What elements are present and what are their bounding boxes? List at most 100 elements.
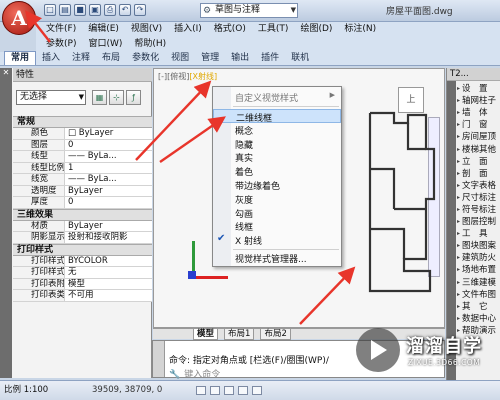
menu-item[interactable]: 格式(O) [208, 22, 252, 37]
property-row[interactable]: 打印表类型不可用 [13, 290, 152, 302]
new-file-icon[interactable]: □ [44, 4, 56, 16]
visual-style-item[interactable]: 勾画 [213, 206, 341, 220]
property-row[interactable]: 打印样式 BYCOLOR [13, 255, 152, 267]
property-section-header[interactable]: 常规 [13, 116, 152, 128]
palette-category[interactable]: ▸ 文字表格 [457, 180, 500, 192]
palette-category[interactable]: ▸ 设 置 [457, 83, 500, 95]
property-value[interactable]: ByLayer [65, 185, 152, 196]
palette-category[interactable]: ▸ 轴网柱子 [457, 95, 500, 107]
visual-style-item[interactable]: 真实 [213, 150, 341, 164]
ribbon-tab[interactable]: 视图 [165, 52, 195, 65]
object-snap-icon[interactable] [252, 386, 262, 395]
palette-category[interactable]: ▸ 图块图案 [457, 240, 500, 252]
ribbon-tab[interactable]: 输出 [225, 52, 255, 65]
visual-style-item[interactable]: 灰度 [213, 192, 341, 206]
undo-icon[interactable]: ↶ [119, 4, 131, 16]
ribbon-tab[interactable]: 布局 [96, 52, 126, 65]
property-value[interactable]: 投射和接收阴影 [65, 232, 152, 243]
palette-category[interactable]: ▸ 房间屋顶 [457, 131, 500, 143]
palette-category[interactable]: ▸ 其 它 [457, 301, 500, 313]
palette-category[interactable]: ▸ 尺寸标注 [457, 192, 500, 204]
property-row[interactable]: 打印表附...模型 [13, 278, 152, 290]
palette-title-strip[interactable]: ✕ [0, 68, 12, 378]
visual-style-manager-item[interactable]: 视觉样式管理器... [213, 251, 341, 265]
command-input[interactable]: 🔧 键入命令 [169, 367, 220, 380]
property-value[interactable]: ByLayer [65, 220, 152, 231]
property-row[interactable]: 透明度 ByLayer [13, 185, 152, 197]
layout-tab[interactable]: 布局2 [260, 328, 291, 340]
menu-item[interactable]: 窗口(W) [82, 37, 128, 52]
property-value[interactable]: —— ByLa... [65, 174, 152, 185]
menu-item[interactable]: 标注(N) [338, 22, 382, 37]
visual-style-item[interactable]: 隐藏 [213, 137, 341, 151]
polar-tracking-icon[interactable] [238, 386, 248, 395]
select-objects-icon[interactable]: ⊹ [109, 90, 124, 105]
property-value[interactable]: □ ByLayer [65, 128, 152, 139]
grid-display-icon[interactable] [210, 386, 220, 395]
snap-mode-icon[interactable] [196, 386, 206, 395]
property-row[interactable]: 图层 0 [13, 139, 152, 151]
property-row[interactable]: 线型 —— ByLa... [13, 151, 152, 163]
palette-category[interactable]: ▸ 楼梯其他 [457, 143, 500, 155]
visual-style-item[interactable]: ✔ X 射线 [213, 233, 341, 247]
property-value[interactable]: 模型 [65, 278, 152, 289]
menu-item[interactable]: 参数(P) [40, 37, 82, 52]
layout-tab[interactable]: 模型 [193, 328, 219, 340]
palette-category[interactable]: ▸ 文件布图 [457, 289, 500, 301]
property-value[interactable]: —— ByLa... [65, 151, 152, 162]
menu-item[interactable]: 编辑(E) [82, 22, 125, 37]
property-value[interactable]: 无 [65, 267, 152, 278]
wrench-icon[interactable]: 🔧 [169, 370, 180, 380]
property-row[interactable]: 线宽 —— ByLa... [13, 174, 152, 186]
selection-dropdown[interactable]: 无选择 ▼ [16, 90, 86, 105]
menu-item[interactable]: 帮助(H) [128, 37, 172, 52]
property-row[interactable]: 阴影显示 投射和接收阴影 [13, 232, 152, 244]
property-row[interactable]: 厚度 0 [13, 197, 152, 209]
ribbon-tab[interactable]: 插入 [36, 52, 66, 65]
ribbon-tab[interactable]: 插件 [255, 52, 285, 65]
viewport-controls[interactable]: [-][俯视][X射线] [158, 71, 217, 82]
property-row[interactable]: 材质 ByLayer [13, 220, 152, 232]
visual-style-item[interactable]: 线框 [213, 219, 341, 233]
ribbon-tab[interactable]: 常用 [4, 51, 37, 65]
property-value[interactable]: 0 [65, 139, 152, 150]
layout-tab[interactable]: 布局1 [224, 328, 255, 340]
save-icon[interactable]: ■ [74, 4, 86, 16]
palette-category[interactable]: ▸ 剖 面 [457, 168, 500, 180]
quick-select-icon[interactable]: ƒ [126, 90, 141, 105]
palette-category[interactable]: ▸ 工 具 [457, 228, 500, 240]
property-value[interactable]: 1 [65, 162, 152, 173]
menu-item[interactable]: 视图(V) [125, 22, 168, 37]
save-as-icon[interactable]: ▣ [89, 4, 101, 16]
palette-category[interactable]: ▸ 墙 体 [457, 107, 500, 119]
viewport-view-label[interactable]: [-][俯视] [158, 72, 189, 81]
menu-item[interactable]: 工具(T) [252, 22, 295, 37]
custom-visual-styles-header[interactable]: 自定义视觉样式 [235, 91, 298, 104]
command-window-handle[interactable] [153, 341, 165, 377]
open-file-icon[interactable]: ▤ [59, 4, 71, 16]
palette-category[interactable]: ▸ 建筑防火 [457, 252, 500, 264]
redo-icon[interactable]: ↷ [134, 4, 146, 16]
property-section-header[interactable]: 打印样式 [13, 243, 152, 256]
visual-style-item[interactable]: 带边缘着色 [213, 178, 341, 192]
annotation-scale[interactable]: 比例 1:100 [4, 381, 48, 400]
ribbon-tab[interactable]: 注释 [66, 52, 96, 65]
menu-item[interactable]: 文件(F) [40, 22, 82, 37]
property-row[interactable]: 线型比例 1 [13, 162, 152, 174]
property-value[interactable]: BYCOLOR [65, 255, 152, 266]
palette-category[interactable]: ▸ 三维建模 [457, 277, 500, 289]
property-value[interactable]: 0 [65, 197, 152, 208]
menu-item[interactable]: 插入(I) [168, 22, 208, 37]
close-icon[interactable]: ✕ [0, 68, 12, 78]
ortho-mode-icon[interactable] [224, 386, 234, 395]
toggle-pickadd-icon[interactable]: ▦ [92, 90, 107, 105]
viewport-visual-style-label[interactable]: [X射线] [189, 72, 217, 81]
workspace-select[interactable]: ⚙ 草图与注释 ▼ [200, 3, 298, 18]
ribbon-tab[interactable]: 参数化 [126, 52, 165, 65]
property-row[interactable]: 颜色 □ ByLayer [13, 128, 152, 140]
property-row[interactable]: 打印样式表无 [13, 267, 152, 279]
palette-category[interactable]: ▸ 图层控制 [457, 216, 500, 228]
property-value[interactable]: 不可用 [65, 290, 152, 301]
palette-category[interactable]: ▸ 立 面 [457, 156, 500, 168]
palette-category[interactable]: ▸ 符号标注 [457, 204, 500, 216]
